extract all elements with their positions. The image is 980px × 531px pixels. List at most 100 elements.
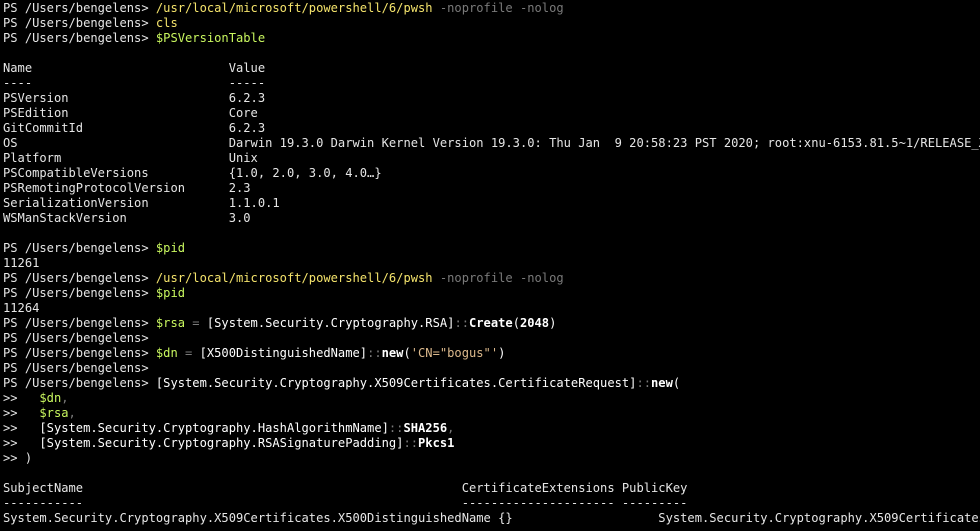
terminal-text-segment: , — [68, 406, 76, 420]
terminal-text-segment: 11264 — [3, 301, 40, 315]
terminal-line: System.Security.Cryptography.X509Certifi… — [3, 511, 980, 526]
terminal-text-segment: new — [651, 376, 673, 390]
terminal-text-segment: PS /Users/bengelens> — [3, 271, 156, 285]
terminal-line: PSEdition Core — [3, 106, 980, 121]
terminal-text-segment: = — [177, 346, 200, 360]
terminal-text-segment: 2048 — [519, 316, 550, 330]
terminal-text-segment: :: — [388, 421, 404, 435]
terminal-line: 11261 — [3, 256, 980, 271]
terminal-text-segment: $dn — [39, 391, 62, 405]
terminal-line: PS /Users/bengelens> $PSVersionTable — [3, 31, 980, 46]
terminal-text-segment: PS /Users/bengelens> — [3, 16, 156, 30]
terminal-text-segment: >> — [3, 391, 40, 405]
terminal-text-segment: >> ) — [3, 451, 33, 465]
terminal-text-segment: [System.Security.Cryptography.RSA] — [206, 316, 455, 330]
terminal-text-segment: PS /Users/bengelens> — [3, 316, 156, 330]
terminal-text-segment: :: — [454, 316, 469, 330]
terminal-line: ---- ----- — [3, 76, 980, 91]
terminal-line: PS /Users/bengelens> cls — [3, 16, 980, 31]
terminal-line: >> $rsa, — [3, 406, 980, 421]
terminal-line: SerializationVersion 1.1.0.1 — [3, 196, 980, 211]
terminal-text-segment: ( — [672, 376, 681, 390]
terminal-line: PSRemotingProtocolVersion 2.3 — [3, 181, 980, 196]
terminal-text-segment: PS /Users/bengelens> — [3, 346, 156, 360]
terminal-line: PS /Users/bengelens> /usr/local/microsof… — [3, 271, 980, 286]
terminal-text-segment: PS /Users/bengelens> — [3, 361, 156, 375]
terminal-text-segment: [X500DistinguishedName] — [199, 346, 368, 360]
terminal-text-segment: $rsa — [155, 316, 186, 330]
terminal-text-segment: SHA256 — [403, 421, 448, 435]
terminal-line: GitCommitId 6.2.3 — [3, 121, 980, 136]
terminal-text-segment: SerializationVersion 1.1.0.1 — [3, 196, 280, 210]
terminal-text-segment: $dn — [155, 346, 178, 360]
terminal-line: 11264 — [3, 301, 980, 316]
terminal-text-segment: PS /Users/bengelens> — [3, 31, 156, 45]
terminal-text-segment: new — [381, 346, 404, 360]
terminal-text-segment: GitCommitId 6.2.3 — [3, 121, 266, 135]
terminal-text-segment: >> — [3, 406, 40, 420]
terminal-text-segment: , — [61, 391, 69, 405]
terminal-text-segment: ---- ----- — [3, 76, 266, 90]
terminal-text-segment: PSEdition Core — [3, 106, 258, 120]
terminal-text-segment: , — [447, 421, 455, 435]
terminal-line: >> [System.Security.Cryptography.HashAlg… — [3, 421, 980, 436]
terminal-text-segment: :: — [367, 346, 382, 360]
terminal-text-segment: OS Darwin 19.3.0 Darwin Kernel Version 1… — [3, 136, 980, 150]
terminal-line: >> ) — [3, 451, 980, 466]
terminal-line: OS Darwin 19.3.0 Darwin Kernel Version 1… — [3, 136, 980, 151]
terminal-text-segment: [System.Security.Cryptography.RSASignatu… — [39, 436, 404, 450]
terminal-text-segment: PS /Users/bengelens> — [3, 1, 156, 15]
terminal-text-segment: = — [185, 316, 207, 330]
terminal-line: PS /Users/bengelens> $rsa = [System.Secu… — [3, 316, 980, 331]
terminal-text-segment: $pid — [155, 286, 186, 300]
terminal-text-segment: -noprofile -nolog — [432, 271, 564, 285]
terminal-text-segment: >> — [3, 436, 40, 450]
terminal-line: Name Value — [3, 61, 980, 76]
terminal-line: PS /Users/bengelens> $dn = [X500Distingu… — [3, 346, 980, 361]
terminal-text-segment: SubjectName CertificateExtensions Public… — [3, 481, 688, 495]
terminal-line: PS /Users/bengelens> $pid — [3, 286, 980, 301]
terminal-line: Platform Unix — [3, 151, 980, 166]
terminal-text-segment: 'CN="bogus"' — [410, 346, 499, 360]
terminal-text-segment: 11261 — [3, 256, 40, 270]
terminal-text-segment: ( — [403, 346, 411, 360]
terminal-text-segment: Platform Unix — [3, 151, 258, 165]
terminal-text-segment: PS /Users/bengelens> — [3, 286, 156, 300]
terminal-text-segment: ) — [498, 346, 506, 360]
terminal-line: PSCompatibleVersions {1.0, 2.0, 3.0, 4.0… — [3, 166, 980, 181]
terminal-text-segment: Name Value — [3, 61, 266, 75]
terminal-text-segment: /usr/local/microsoft/powershell/6/pwsh — [155, 1, 433, 15]
terminal-line: SubjectName CertificateExtensions Public… — [3, 481, 980, 496]
terminal-text-segment: $pid — [155, 241, 186, 255]
terminal-text-segment: $rsa — [39, 406, 69, 420]
terminal-line: ----------- --------------------- ------… — [3, 496, 980, 511]
terminal-text-segment: [System.Security.Cryptography.HashAlgori… — [39, 421, 389, 435]
terminal-text-segment: PS /Users/bengelens> — [3, 241, 156, 255]
terminal-text-segment: PS /Users/bengelens> — [3, 376, 156, 390]
terminal-line: PSVersion 6.2.3 — [3, 91, 980, 106]
terminal-text-segment: -noprofile -nolog — [432, 1, 564, 15]
terminal-line: PS /Users/bengelens> — [3, 331, 980, 346]
terminal-text-segment: :: — [403, 436, 419, 450]
terminal-text-segment: cls — [155, 16, 178, 30]
terminal-text-segment: ( — [512, 316, 520, 330]
terminal-text-segment: PSRemotingProtocolVersion 2.3 — [3, 181, 251, 195]
terminal-output[interactable]: PS /Users/bengelens> /usr/local/microsof… — [0, 0, 980, 526]
terminal-text-segment: PSVersion 6.2.3 — [3, 91, 266, 105]
terminal-line: >> [System.Security.Cryptography.RSASign… — [3, 436, 980, 451]
terminal-text-segment: Pkcs1 — [418, 436, 455, 450]
terminal-text-segment: WSManStackVersion 3.0 — [3, 211, 251, 225]
terminal-text-segment: ) — [549, 316, 557, 330]
terminal-text-segment: PS /Users/bengelens> — [3, 331, 156, 345]
terminal-text-segment: [System.Security.Cryptography.X509Certif… — [155, 376, 637, 390]
terminal-text-segment: ----------- --------------------- ------… — [3, 496, 688, 510]
terminal-line: PS /Users/bengelens> $pid — [3, 241, 980, 256]
terminal-text-segment: PSCompatibleVersions {1.0, 2.0, 3.0, 4.0… — [3, 166, 382, 180]
terminal-text-segment: /usr/local/microsoft/powershell/6/pwsh — [155, 271, 433, 285]
terminal-text-segment: >> — [3, 421, 40, 435]
terminal-line: PS /Users/bengelens> [System.Security.Cr… — [3, 376, 980, 391]
terminal-text-segment: System.Security.Cryptography.X509Certifi… — [3, 511, 980, 525]
